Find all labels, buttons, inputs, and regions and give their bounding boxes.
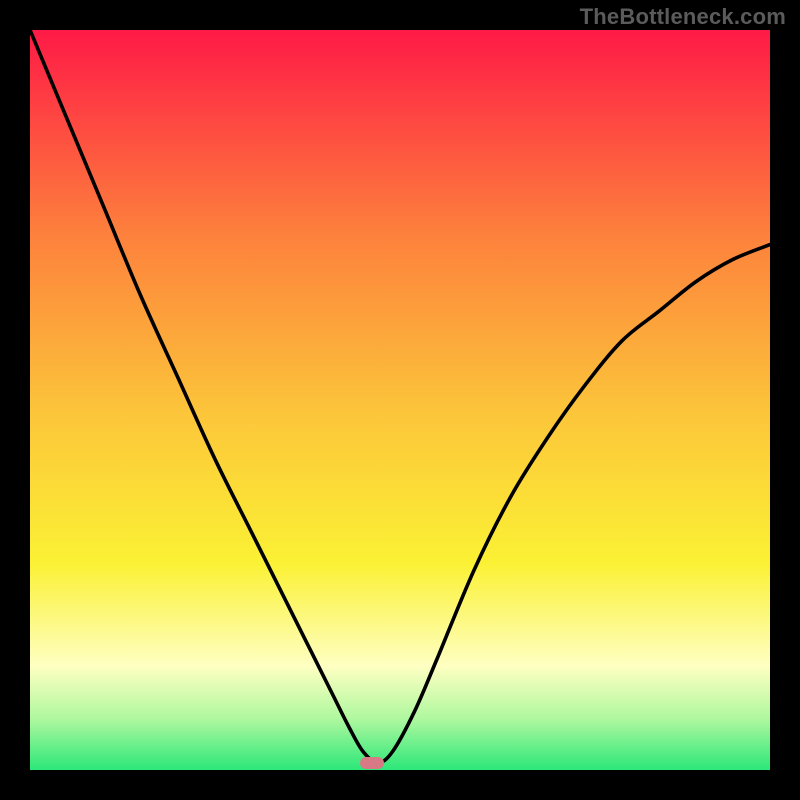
chart-frame: TheBottleneck.com	[0, 0, 800, 800]
optimum-marker	[360, 757, 384, 769]
gradient-background	[30, 30, 770, 770]
watermark-text: TheBottleneck.com	[580, 4, 786, 30]
chart-svg	[30, 30, 770, 770]
plot-area	[30, 30, 770, 770]
